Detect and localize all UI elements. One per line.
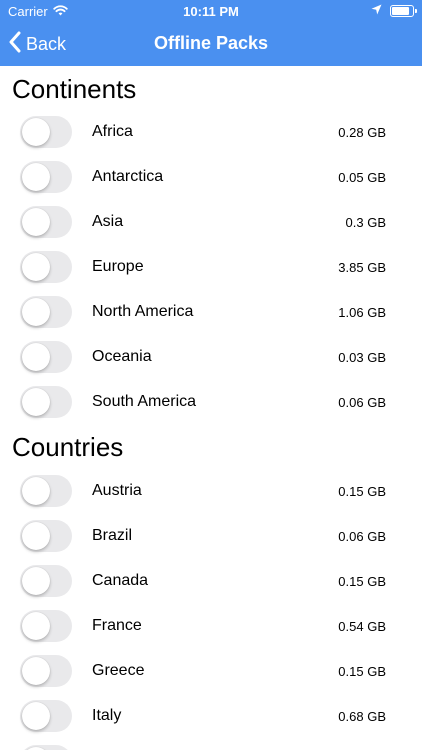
pack-size: 0.28 GB <box>338 125 386 140</box>
toggle-knob <box>22 253 50 281</box>
pack-name: Austria <box>92 482 142 499</box>
pack-size: 0.15 GB <box>338 484 386 499</box>
pack-size: 0.68 GB <box>338 709 386 724</box>
navigation-bar: Back Offline Packs <box>0 22 422 66</box>
packs-list[interactable]: Continents Africa 0.28 GB Antarctica 0.0… <box>0 66 422 750</box>
list-item-partial <box>0 739 422 750</box>
location-arrow-icon <box>371 3 382 18</box>
pack-toggle[interactable] <box>20 700 72 732</box>
pack-toggle[interactable] <box>20 296 72 328</box>
list-item: North America 1.06 GB <box>0 290 422 335</box>
toggle-knob <box>22 567 50 595</box>
toggle-knob <box>22 522 50 550</box>
pack-name: France <box>92 617 142 634</box>
pack-name: Italy <box>92 707 122 724</box>
pack-toggle[interactable] <box>20 116 72 148</box>
pack-size: 0.15 GB <box>338 574 386 589</box>
pack-size: 0.06 GB <box>338 395 386 410</box>
pack-toggle[interactable] <box>20 610 72 642</box>
toggle-knob <box>22 657 50 685</box>
pack-toggle[interactable] <box>20 161 72 193</box>
list-item: Greece 0.15 GB <box>0 649 422 694</box>
list-item: Antarctica 0.05 GB <box>0 155 422 200</box>
toggle-knob <box>22 343 50 371</box>
pack-toggle[interactable] <box>20 520 72 552</box>
pack-toggle[interactable] <box>20 745 72 750</box>
pack-size: 0.05 GB <box>338 170 386 185</box>
list-item: Italy 0.68 GB <box>0 694 422 739</box>
pack-size: 0.3 GB <box>345 215 386 230</box>
pack-name: Africa <box>92 123 133 140</box>
pack-size: 0.15 GB <box>338 664 386 679</box>
pack-name: Brazil <box>92 527 133 544</box>
pack-toggle[interactable] <box>20 475 72 507</box>
pack-size: 0.06 GB <box>338 529 386 544</box>
list-item: Canada 0.15 GB <box>0 559 422 604</box>
toggle-knob <box>22 118 50 146</box>
pack-name: South America <box>92 393 197 410</box>
list-item: Africa 0.28 GB <box>0 110 422 155</box>
pack-size: 3.85 GB <box>338 260 386 275</box>
pack-toggle[interactable] <box>20 251 72 283</box>
pack-toggle[interactable] <box>20 565 72 597</box>
pack-name: Oceania <box>92 348 152 365</box>
pack-toggle[interactable] <box>20 655 72 687</box>
status-bar: Carrier 10:11 PM <box>0 0 422 22</box>
status-right <box>371 3 417 18</box>
pack-toggle[interactable] <box>20 341 72 373</box>
status-time: 10:11 PM <box>183 4 239 19</box>
list-item: Asia 0.3 GB <box>0 200 422 245</box>
pack-toggle[interactable] <box>20 386 72 418</box>
pack-name: Asia <box>92 213 124 230</box>
toggle-knob <box>22 208 50 236</box>
page-title: Offline Packs <box>153 33 269 53</box>
pack-size: 0.54 GB <box>338 619 386 634</box>
toggle-knob <box>22 477 50 505</box>
pack-name: Europe <box>92 258 144 275</box>
toggle-knob <box>22 298 50 326</box>
toggle-knob <box>22 388 50 416</box>
list-item: Austria 0.15 GB <box>0 469 422 514</box>
pack-toggle[interactable] <box>20 206 72 238</box>
list-item: Oceania 0.03 GB <box>0 335 422 380</box>
list-item: France 0.54 GB <box>0 604 422 649</box>
section-title-countries: Countries <box>12 432 124 462</box>
list-item: South America 0.06 GB <box>0 380 422 425</box>
toggle-knob <box>22 612 50 640</box>
pack-size: 0.03 GB <box>338 350 386 365</box>
battery-icon <box>390 4 417 17</box>
list-item: Brazil 0.06 GB <box>0 514 422 559</box>
pack-name: Canada <box>92 572 149 589</box>
toggle-knob <box>22 702 50 730</box>
pack-name: Antarctica <box>92 168 164 185</box>
section-title-continents: Continents <box>12 74 137 104</box>
pack-name: North America <box>92 303 194 320</box>
pack-name: Greece <box>92 662 145 679</box>
pack-size: 1.06 GB <box>338 305 386 320</box>
list-item: Europe 3.85 GB <box>0 245 422 290</box>
toggle-knob <box>22 163 50 191</box>
battery-fill <box>392 6 409 15</box>
